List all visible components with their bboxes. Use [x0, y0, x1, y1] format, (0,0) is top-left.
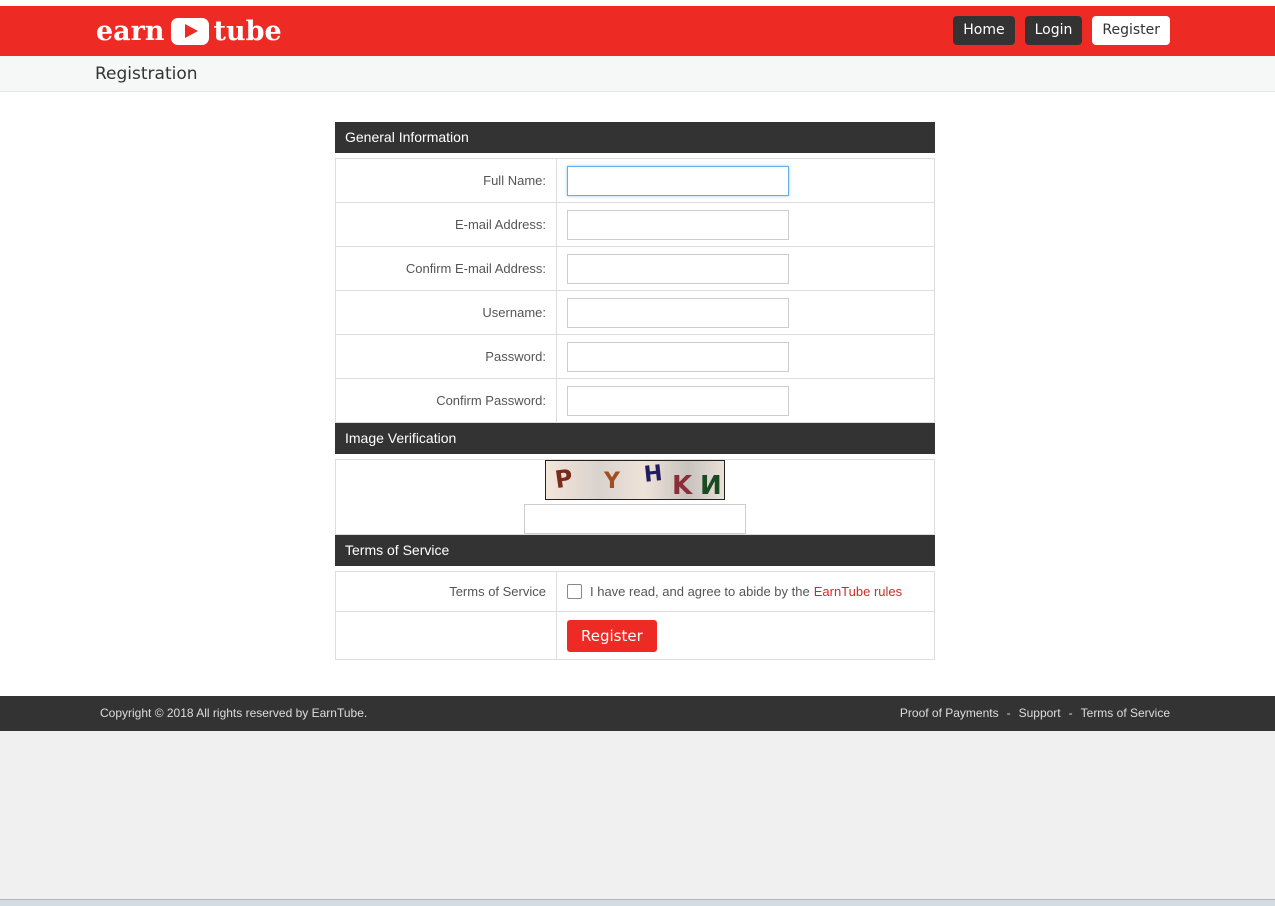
footer-link-support[interactable]: Support — [1019, 706, 1061, 720]
footer: Copyright © 2018 All rights reserved by … — [0, 696, 1275, 731]
confirm-email-input[interactable] — [567, 253, 789, 284]
captcha-input[interactable] — [524, 504, 746, 534]
copyright-text: Copyright © 2018 All rights reserved by … — [100, 706, 368, 720]
field-cell — [556, 290, 935, 335]
footer-separator: - — [1068, 706, 1073, 720]
earntube-rules-link[interactable]: EarnTube rules — [814, 584, 902, 599]
password-label: Password: — [335, 334, 557, 379]
captcha-letter: K — [672, 471, 693, 500]
terms-agree-text: I have read, and agree to abide by the — [590, 584, 810, 599]
form-row: Full Name: — [335, 158, 935, 203]
form-row: E-mail Address: — [335, 202, 935, 247]
confirm-password-input[interactable] — [567, 385, 789, 416]
confirm-password-label: Confirm Password: — [335, 378, 557, 423]
terms-table: Terms of Service I have read, and agree … — [335, 571, 935, 660]
top-nav: Home Login Register — [953, 16, 1170, 45]
captcha-image: P Y H K N — [545, 460, 725, 500]
brand-logo[interactable]: earn tube — [96, 15, 282, 47]
nav-login-button[interactable]: Login — [1024, 16, 1083, 45]
brand-right: tube — [213, 15, 282, 47]
terms-cell: I have read, and agree to abide by the E… — [556, 571, 935, 612]
captcha-letter: Y — [604, 469, 620, 494]
field-cell — [556, 158, 935, 203]
terms-checkbox[interactable] — [567, 584, 582, 599]
footer-link-terms[interactable]: Terms of Service — [1081, 706, 1170, 720]
confirm-email-label: Confirm E-mail Address: — [335, 246, 557, 291]
email-label: E-mail Address: — [335, 202, 557, 247]
nav-home-button[interactable]: Home — [953, 16, 1015, 45]
field-cell — [556, 378, 935, 423]
form-row: Confirm E-mail Address: — [335, 246, 935, 291]
register-button[interactable]: Register — [567, 619, 657, 652]
captcha-letter: P — [553, 463, 575, 495]
image-verification-table: P Y H K N — [335, 459, 935, 535]
empty-cell — [335, 611, 557, 660]
terms-label: Terms of Service — [335, 571, 557, 612]
full-name-input[interactable] — [567, 165, 789, 196]
form-row: Username: — [335, 290, 935, 335]
terms-agreement: I have read, and agree to abide by the E… — [567, 584, 934, 599]
form-row: Confirm Password: — [335, 378, 935, 423]
captcha-letter: H — [642, 461, 664, 488]
form-row: Register — [335, 611, 935, 660]
field-cell — [556, 334, 935, 379]
footer-link-proof-of-payments[interactable]: Proof of Payments — [900, 706, 999, 720]
password-input[interactable] — [567, 341, 789, 372]
nav-register-button[interactable]: Register — [1092, 16, 1170, 45]
username-label: Username: — [335, 290, 557, 335]
brand-left: earn — [96, 15, 165, 47]
full-name-label: Full Name: — [335, 158, 557, 203]
section-general-header: General Information — [335, 122, 935, 153]
header-bar: earn tube Home Login Register — [0, 6, 1275, 56]
field-cell — [556, 202, 935, 247]
play-icon — [170, 17, 209, 45]
captcha-letter: N — [700, 471, 722, 500]
page-title: Registration — [95, 64, 198, 84]
title-bar: Registration — [0, 56, 1275, 92]
email-input[interactable] — [567, 209, 789, 240]
submit-cell: Register — [556, 611, 935, 660]
form-row: Password: — [335, 334, 935, 379]
footer-links: Proof of Payments - Support - Terms of S… — [900, 706, 1170, 720]
footer-separator: - — [1006, 706, 1011, 720]
page: earn tube Home Login Register Registrati… — [0, 0, 1275, 731]
form-row: Terms of Service I have read, and agree … — [335, 571, 935, 612]
captcha-row: P Y H K N — [335, 459, 935, 535]
captcha-cell: P Y H K N — [335, 459, 935, 535]
section-image-header: Image Verification — [335, 423, 935, 454]
field-cell — [556, 246, 935, 291]
general-info-table: Full Name: E-mail Address: Confirm E-mai… — [335, 158, 935, 423]
section-terms-header: Terms of Service — [335, 535, 935, 566]
username-input[interactable] — [567, 297, 789, 328]
registration-form: General Information Full Name: E-mail Ad… — [335, 122, 935, 660]
